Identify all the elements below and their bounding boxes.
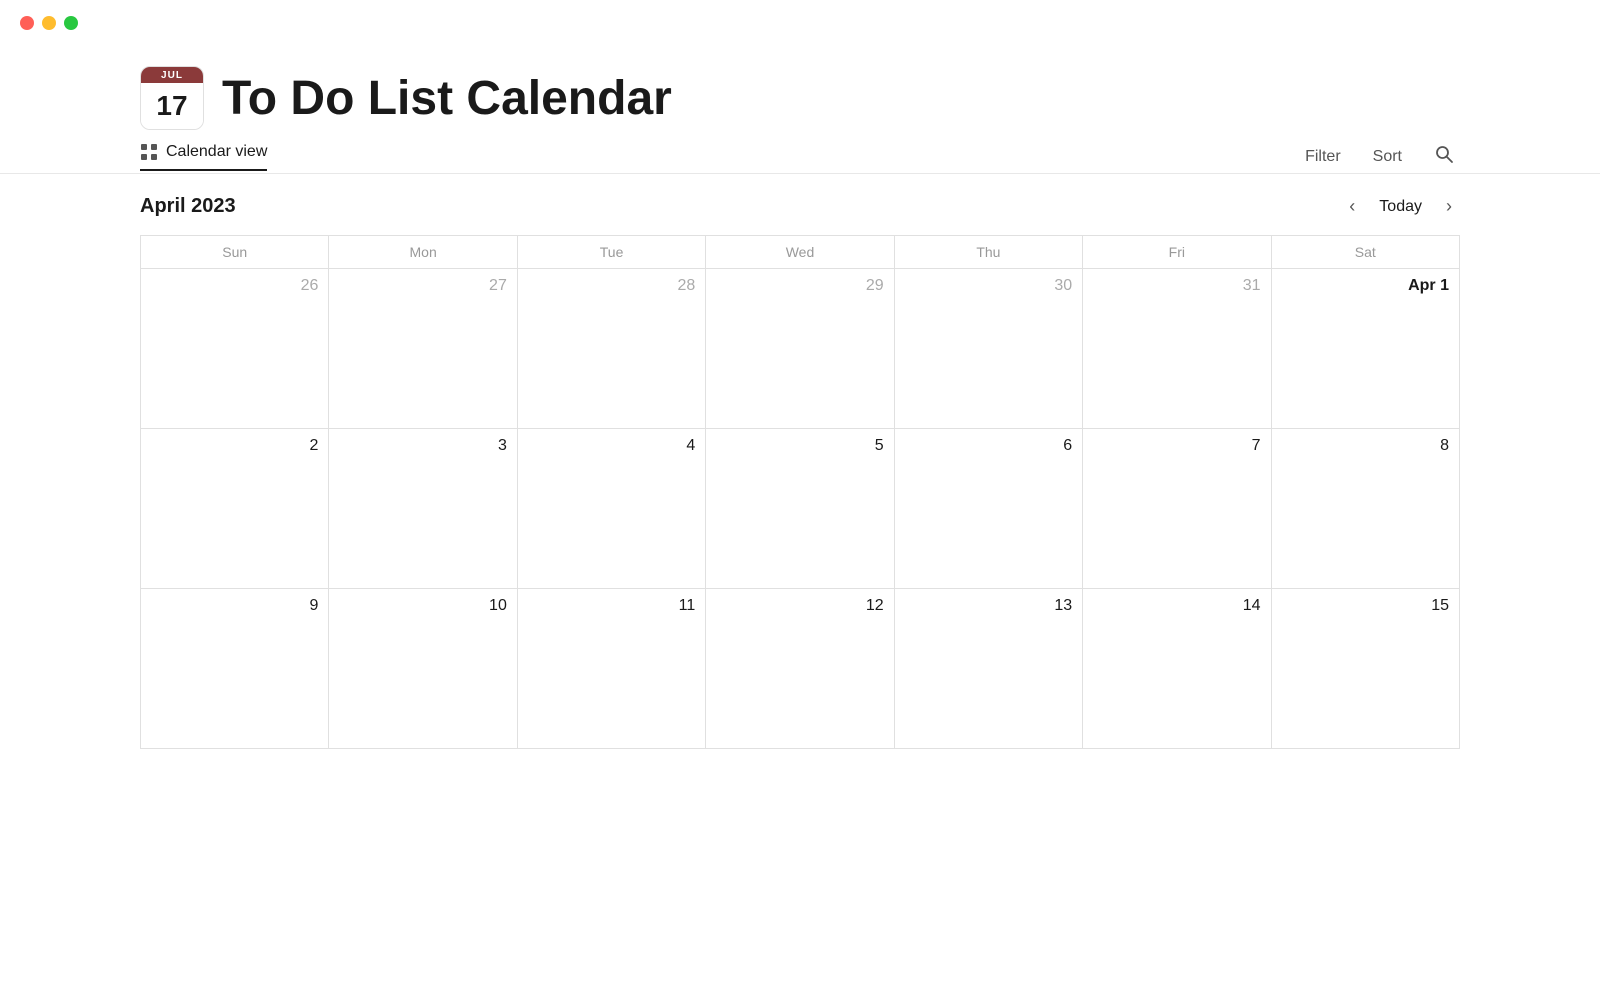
today-button[interactable]: Today — [1371, 194, 1430, 220]
day-number: 30 — [905, 277, 1072, 295]
calendar-container: April 2023 ‹ Today › Sun Mon Tue Wed Thu… — [0, 174, 1600, 749]
day-headers-row: Sun Mon Tue Wed Thu Fri Sat — [141, 236, 1460, 269]
calendar-day-cell[interactable]: 27 — [329, 269, 517, 429]
day-number: 15 — [1282, 597, 1449, 615]
view-label: Calendar view — [166, 143, 267, 161]
header-fri: Fri — [1083, 236, 1271, 269]
titlebar — [0, 0, 1600, 46]
day-number: 26 — [151, 277, 318, 295]
calendar-day-cell[interactable]: 6 — [894, 429, 1082, 589]
calendar-grid: Sun Mon Tue Wed Thu Fri Sat 262728293031… — [140, 235, 1460, 749]
maximize-button[interactable] — [64, 16, 78, 30]
calendar-day-cell[interactable]: 26 — [141, 269, 329, 429]
header-mon: Mon — [329, 236, 517, 269]
icon-day: 17 — [141, 83, 203, 129]
filter-button[interactable]: Filter — [1299, 144, 1347, 170]
page-title: To Do List Calendar — [222, 71, 672, 126]
day-number: 3 — [339, 437, 506, 455]
next-month-button[interactable]: › — [1438, 192, 1460, 221]
day-number: Apr 1 — [1282, 277, 1449, 295]
header-tue: Tue — [517, 236, 705, 269]
day-number: 29 — [716, 277, 883, 295]
calendar-day-cell[interactable]: 13 — [894, 589, 1082, 749]
day-number: 11 — [528, 597, 695, 615]
calendar-week-3: 9 10 11 12 13 14 15 — [141, 589, 1460, 749]
day-number: 12 — [716, 597, 883, 615]
prev-month-button[interactable]: ‹ — [1341, 192, 1363, 221]
calendar-day-cell[interactable]: 2 — [141, 429, 329, 589]
calendar-day-cell[interactable]: 30 — [894, 269, 1082, 429]
day-number: 5 — [716, 437, 883, 455]
day-number: 6 — [905, 437, 1072, 455]
minimize-button[interactable] — [42, 16, 56, 30]
day-number: 7 — [1093, 437, 1260, 455]
calendar-week-1: 26 27 28 29 30 31 Apr 1 — [141, 269, 1460, 429]
calendar-day-cell[interactable]: 15 — [1271, 589, 1459, 749]
nav-controls: ‹ Today › — [1341, 192, 1460, 221]
calendar-nav: April 2023 ‹ Today › — [140, 174, 1460, 235]
day-number: 31 — [1093, 277, 1260, 295]
calendar-day-cell[interactable]: 12 — [706, 589, 894, 749]
calendar-day-cell[interactable]: 3 — [329, 429, 517, 589]
icon-month: JUL — [141, 67, 203, 83]
page-header: JUL 17 To Do List Calendar — [0, 46, 1600, 140]
calendar-day-cell[interactable]: 8 — [1271, 429, 1459, 589]
calendar-day-cell[interactable]: 11 — [517, 589, 705, 749]
header-sun: Sun — [141, 236, 329, 269]
calendar-day-cell[interactable]: 10 — [329, 589, 517, 749]
calendar-day-cell[interactable]: Apr 1 — [1271, 269, 1459, 429]
calendar-day-cell[interactable]: 14 — [1083, 589, 1271, 749]
sort-button[interactable]: Sort — [1367, 144, 1408, 170]
calendar-view-icon — [140, 143, 158, 161]
calendar-day-cell[interactable]: 29 — [706, 269, 894, 429]
calendar-day-cell[interactable]: 9 — [141, 589, 329, 749]
day-number: 2 — [151, 437, 318, 455]
day-number: 4 — [528, 437, 695, 455]
day-number: 9 — [151, 597, 318, 615]
calendar-day-cell[interactable]: 28 — [517, 269, 705, 429]
day-number: 13 — [905, 597, 1072, 615]
calendar-day-cell[interactable]: 4 — [517, 429, 705, 589]
day-number: 28 — [528, 277, 695, 295]
calendar-day-cell[interactable]: 5 — [706, 429, 894, 589]
month-label: April 2023 — [140, 195, 236, 218]
toolbar-right: Filter Sort — [1299, 140, 1460, 173]
day-number: 8 — [1282, 437, 1449, 455]
header-wed: Wed — [706, 236, 894, 269]
header-sat: Sat — [1271, 236, 1459, 269]
day-number: 27 — [339, 277, 506, 295]
calendar-day-cell[interactable]: 31 — [1083, 269, 1271, 429]
calendar-week-2: 2 3 4 5 6 7 8 — [141, 429, 1460, 589]
close-button[interactable] — [20, 16, 34, 30]
view-selector[interactable]: Calendar view — [140, 143, 267, 171]
search-button[interactable] — [1428, 140, 1460, 173]
window-controls — [20, 16, 78, 30]
app-icon: JUL 17 — [140, 66, 204, 130]
day-number: 10 — [339, 597, 506, 615]
toolbar: Calendar view Filter Sort — [0, 140, 1600, 174]
day-number: 14 — [1093, 597, 1260, 615]
calendar-day-cell[interactable]: 7 — [1083, 429, 1271, 589]
header-thu: Thu — [894, 236, 1082, 269]
